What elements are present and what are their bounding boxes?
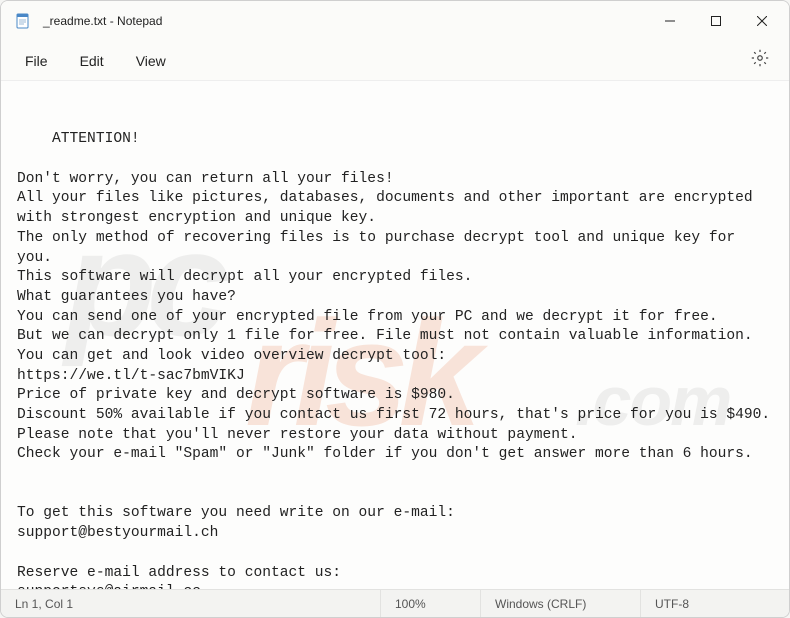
- menubar: File Edit View: [1, 41, 789, 81]
- menu-edit[interactable]: Edit: [68, 47, 116, 75]
- statusbar: Ln 1, Col 1 100% Windows (CRLF) UTF-8: [1, 589, 789, 617]
- notepad-icon: [15, 13, 31, 29]
- maximize-button[interactable]: [693, 1, 739, 41]
- menu-view[interactable]: View: [124, 47, 178, 75]
- status-position: Ln 1, Col 1: [1, 590, 381, 617]
- gear-icon: [751, 49, 769, 72]
- document-text: ATTENTION! Don't worry, you can return a…: [17, 131, 770, 589]
- status-encoding: UTF-8: [641, 590, 789, 617]
- notepad-window: _readme.txt - Notepad File Edit View: [0, 0, 790, 618]
- text-area[interactable]: pc risk .com ATTENTION! Don't worry, you…: [1, 81, 789, 589]
- close-button[interactable]: [739, 1, 785, 41]
- menu-file[interactable]: File: [13, 47, 60, 75]
- titlebar: _readme.txt - Notepad: [1, 1, 789, 41]
- svg-text:.com: .com: [575, 362, 730, 440]
- minimize-button[interactable]: [647, 1, 693, 41]
- status-eol: Windows (CRLF): [481, 590, 641, 617]
- status-zoom: 100%: [381, 590, 481, 617]
- settings-button[interactable]: [743, 44, 777, 78]
- window-title: _readme.txt - Notepad: [43, 14, 162, 28]
